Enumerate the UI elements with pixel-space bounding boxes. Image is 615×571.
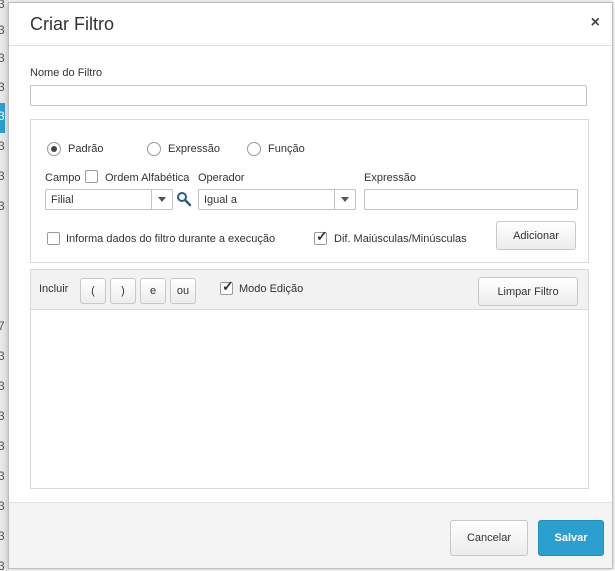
background-row-digit: 3	[0, 23, 5, 37]
campo-select-value: Filial	[51, 194, 74, 206]
expression-toolbar: Incluir ( ) e ou ✓ Modo Edição Limpar Fi…	[31, 270, 588, 310]
incluir-label: Incluir	[39, 283, 69, 295]
background-row-digit: 3	[0, 0, 5, 11]
expressao-input[interactable]	[364, 189, 578, 210]
modo-edicao-label: Modo Edição	[239, 283, 304, 295]
background-row-digit: 3	[0, 499, 5, 513]
limpar-filtro-button[interactable]: Limpar Filtro	[478, 277, 578, 306]
close-paren-button[interactable]: )	[110, 278, 136, 304]
expressao-label: Expressão	[364, 172, 416, 184]
chevron-down-icon	[334, 190, 355, 209]
filter-name-input[interactable]	[30, 85, 587, 106]
background-row-digit: 3	[0, 80, 5, 94]
dif-maiusculas-label: Dif. Maiúsculas/Minúsculas	[334, 233, 467, 245]
checkmark-icon: ✓	[316, 228, 328, 244]
cancel-button[interactable]: Cancelar	[450, 520, 528, 556]
mode-radio-funcao[interactable]	[247, 142, 261, 156]
checkmark-icon: ✓	[222, 278, 234, 294]
background-row-digit: 3	[0, 139, 5, 153]
and-button[interactable]: e	[140, 278, 166, 304]
informa-dados-checkbox[interactable]	[47, 232, 60, 245]
or-button[interactable]: ou	[170, 278, 196, 304]
campo-label: Campo	[45, 172, 81, 184]
dif-maiusculas-checkbox[interactable]: ✓	[314, 228, 328, 245]
filter-name-label: Nome do Filtro	[30, 67, 103, 79]
operador-label: Operador	[198, 172, 245, 184]
adicionar-button[interactable]: Adicionar	[496, 221, 576, 250]
background-row-digit: 3	[0, 379, 5, 393]
create-filter-dialog: Criar Filtro × Nome do Filtro Padrão Exp…	[8, 2, 613, 569]
dialog-header: Criar Filtro ×	[9, 3, 612, 46]
operador-select[interactable]: Igual a	[198, 189, 356, 210]
mode-label-padrao: Padrão	[68, 143, 104, 155]
informa-dados-label: Informa dados do filtro durante a execuç…	[66, 233, 276, 245]
ordem-alfabetica-checkbox[interactable]	[85, 170, 98, 183]
campo-select[interactable]: Filial	[45, 189, 173, 210]
background-row-digit: 7	[0, 319, 5, 333]
filter-expression-panel: Incluir ( ) e ou ✓ Modo Edição Limpar Fi…	[30, 269, 589, 489]
background-row-digit: 3	[0, 169, 5, 183]
ordem-alfabetica-label: Ordem Alfabética	[105, 172, 190, 184]
background-row-digit: 3	[0, 199, 5, 213]
background-row-digit: 3	[0, 439, 5, 453]
background-row-digit: 3	[0, 529, 5, 543]
chevron-down-icon	[151, 190, 172, 209]
background-row-digit: 3	[0, 51, 5, 65]
search-icon[interactable]	[176, 191, 192, 207]
mode-radio-padrao[interactable]	[47, 142, 61, 156]
mode-label-funcao: Função	[268, 143, 305, 155]
mode-label-expressao: Expressão	[168, 143, 220, 155]
filter-builder-panel: Padrão Expressão Função Campo Ordem Alfa…	[30, 119, 589, 263]
filter-expression-area[interactable]	[31, 311, 588, 488]
background-row-digit: 3	[0, 469, 5, 483]
open-paren-button[interactable]: (	[80, 278, 106, 304]
operador-select-value: Igual a	[204, 194, 238, 206]
dialog-footer: Cancelar Salvar	[9, 502, 612, 568]
dialog-title: Criar Filtro	[30, 14, 114, 34]
save-button[interactable]: Salvar	[538, 520, 604, 556]
background-row-digit: 3	[0, 109, 5, 123]
background-row-digit: 3	[0, 349, 5, 363]
modo-edicao-checkbox[interactable]: ✓	[220, 278, 234, 295]
background-row-digit: 3	[0, 409, 5, 423]
close-icon[interactable]: ×	[591, 14, 600, 32]
background-row-digit: 3	[0, 559, 5, 571]
mode-radio-expressao[interactable]	[147, 142, 161, 156]
